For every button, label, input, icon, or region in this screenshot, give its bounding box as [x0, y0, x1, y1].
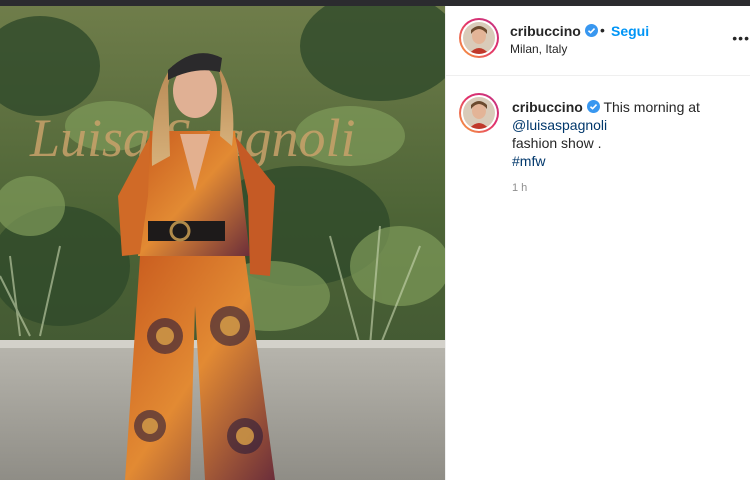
- avatar-image: [463, 22, 495, 54]
- avatar-image: [463, 97, 495, 129]
- verified-badge-icon: [584, 24, 598, 37]
- caption-avatar[interactable]: [459, 93, 499, 133]
- post-header: cribuccino • Segui Milan, Italy •••: [446, 6, 750, 76]
- post-location[interactable]: Milan, Italy: [510, 42, 567, 56]
- verified-badge-icon: [586, 100, 600, 113]
- post-timestamp[interactable]: 1 h: [512, 182, 527, 194]
- author-avatar[interactable]: [459, 18, 499, 58]
- post-photo-illustration: Luisa Spagnoli: [0, 6, 445, 480]
- author-username[interactable]: cribuccino: [510, 23, 598, 39]
- author-username-text[interactable]: cribuccino: [510, 23, 581, 39]
- caption-mention-link[interactable]: @luisaspagnoli: [512, 116, 742, 134]
- caption-line-1: cribuccino This morning at: [512, 98, 742, 116]
- caption-line3-text: fashion show .: [512, 135, 602, 151]
- caption-hashtag-link[interactable]: #mfw: [512, 152, 742, 170]
- ellipsis-icon[interactable]: •••: [732, 30, 750, 46]
- follow-button[interactable]: Segui: [611, 23, 649, 39]
- caption-text: cribuccino This morning at @luisaspagnol…: [512, 98, 742, 170]
- separator-dot: •: [600, 22, 605, 38]
- post-photo[interactable]: Luisa Spagnoli: [0, 6, 445, 480]
- caption-line1-text: This morning at: [603, 99, 700, 115]
- caption-username[interactable]: cribuccino: [512, 99, 583, 115]
- post-side-panel: cribuccino • Segui Milan, Italy ••• crib…: [445, 6, 750, 480]
